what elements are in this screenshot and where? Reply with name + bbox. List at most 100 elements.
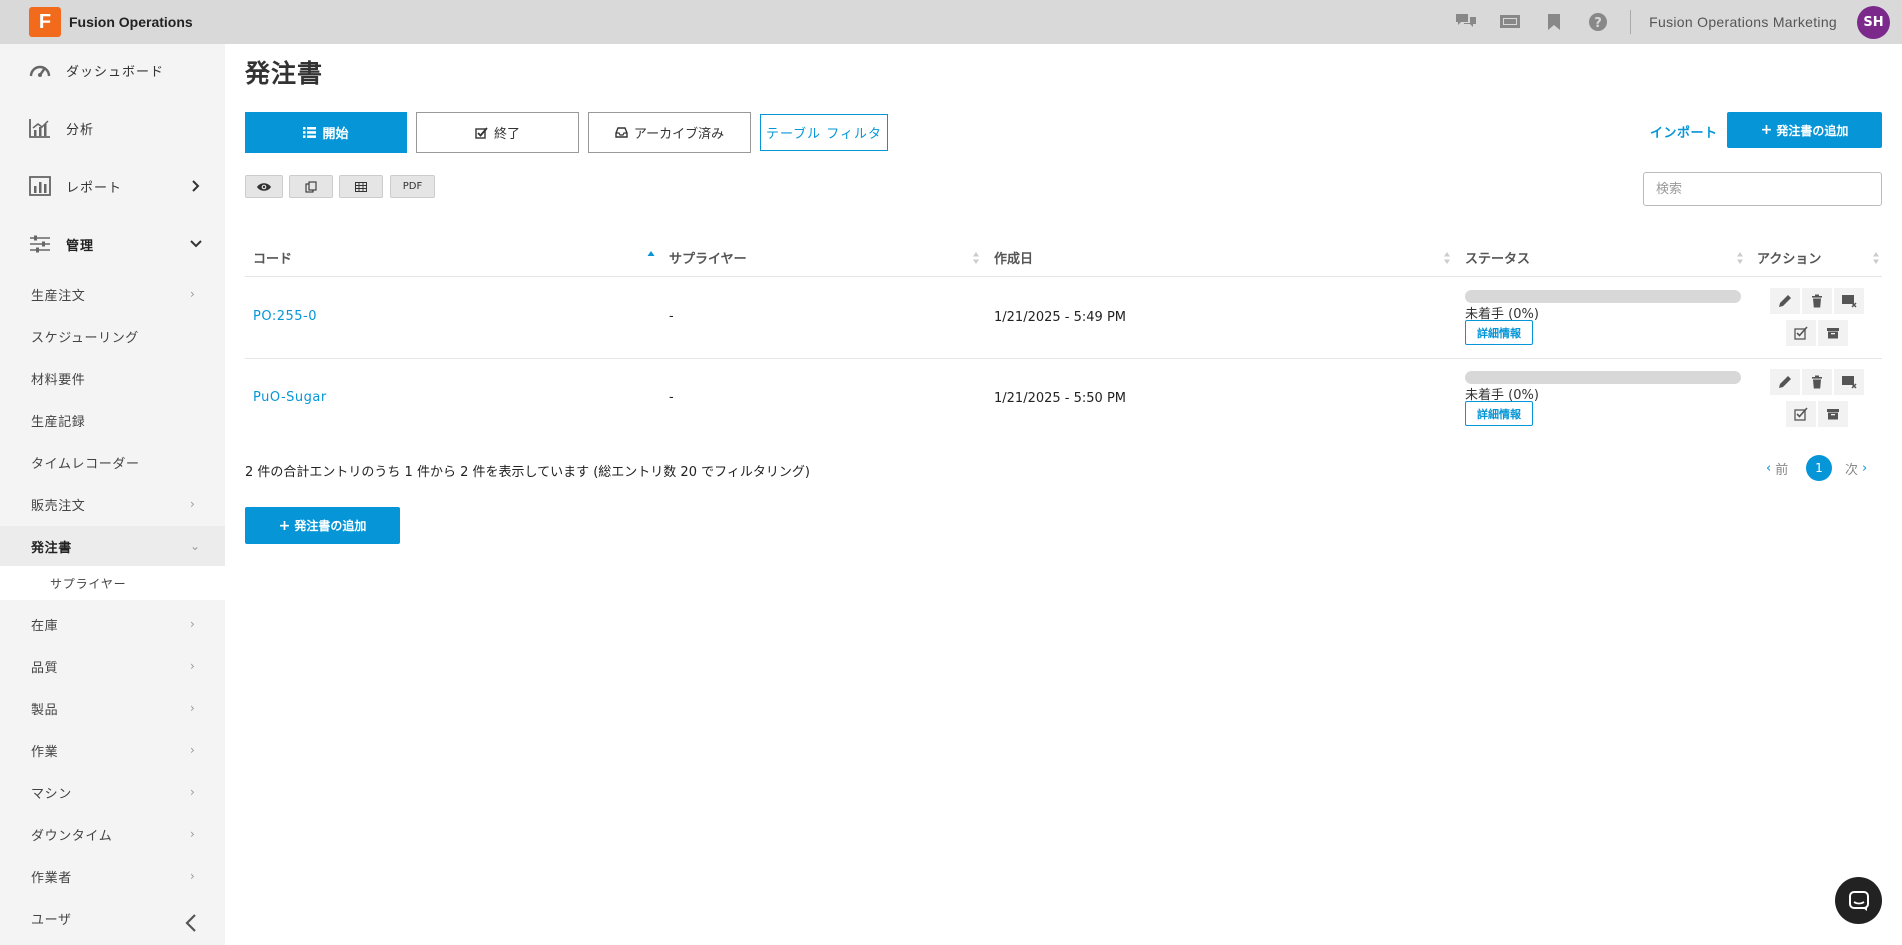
list-icon <box>303 127 317 138</box>
sidebar-item-quality[interactable]: 品質 › <box>0 646 225 686</box>
sort-both-icon[interactable] <box>1872 251 1880 265</box>
chevron-right-icon: › <box>190 287 195 301</box>
supplier-cell: - <box>669 309 674 324</box>
sidebar-item-label: 在庫 <box>31 619 59 634</box>
sidebar-item-machines[interactable]: マシン › <box>0 772 225 812</box>
sidebar-item-label: ダウンタイム <box>31 829 113 844</box>
collapse-sidebar-icon[interactable] <box>180 910 202 936</box>
po-code-link[interactable]: PO:255-0 <box>253 309 317 324</box>
sidebar-item-operations[interactable]: 作業 › <box>0 730 225 770</box>
sidebar-item-label: 生産注文 <box>31 289 86 304</box>
delete-icon[interactable] <box>1802 369 1832 395</box>
slideshow-icon[interactable] <box>1496 8 1524 36</box>
tab-open[interactable]: 開始 <box>245 112 407 153</box>
po-code-link[interactable]: PuO-Sugar <box>253 390 327 405</box>
approve-icon[interactable] <box>1786 401 1816 427</box>
help-icon[interactable]: ? <box>1584 8 1612 36</box>
column-header-supplier[interactable]: サプライヤー <box>669 248 747 267</box>
close-po-icon[interactable] <box>1834 288 1864 314</box>
table-filter-button[interactable]: テーブル フィルタ <box>760 114 888 151</box>
sidebar-item-purchase-orders[interactable]: 発注書 ⌄ <box>0 526 225 566</box>
pagination-next[interactable]: 次 › <box>1845 455 1867 481</box>
column-header-code[interactable]: コード <box>253 248 292 267</box>
sidebar-item-label: 発注書 <box>31 541 72 556</box>
dashboard-gauge-icon <box>29 59 51 81</box>
add-po-button-top[interactable]: + 発注書の追加 <box>1727 112 1882 148</box>
details-button[interactable]: 詳細情報 <box>1465 320 1533 345</box>
checkbox-checked-icon <box>475 126 488 139</box>
sidebar-item-products[interactable]: 製品 › <box>0 688 225 728</box>
sidebar-item-time-recorder[interactable]: タイムレコーダー <box>0 442 225 482</box>
chevron-right-icon: › <box>190 497 195 511</box>
sidebar-item-production-orders[interactable]: 生産注文 › <box>0 274 225 314</box>
sidebar-item-label: 管理 <box>66 238 95 254</box>
sidebar-item-admin[interactable]: 管理 <box>0 224 225 264</box>
sidebar-item-inventory[interactable]: 在庫 › <box>0 604 225 644</box>
top-bar: F Fusion Operations ? Fusion Operations … <box>0 0 1902 44</box>
chat-bubbles-icon[interactable] <box>1452 8 1480 36</box>
sliders-icon <box>29 233 51 255</box>
chevron-right-icon: › <box>190 827 195 841</box>
chevron-right-icon <box>188 178 204 194</box>
close-po-icon[interactable] <box>1834 369 1864 395</box>
sidebar-item-suppliers[interactable]: サプライヤー <box>0 566 225 600</box>
column-visibility-button[interactable] <box>245 175 283 198</box>
sidebar-item-reports[interactable]: レポート <box>0 166 225 206</box>
user-avatar[interactable]: SH <box>1857 5 1890 39</box>
inbox-icon <box>615 127 628 138</box>
excel-export-button[interactable] <box>339 175 383 198</box>
bookmark-icon[interactable] <box>1540 8 1568 36</box>
sidebar-item-analytics[interactable]: 分析 <box>0 108 225 148</box>
svg-text:?: ? <box>1594 16 1602 31</box>
sidebar-item-scheduling[interactable]: スケジューリング <box>0 316 225 356</box>
sidebar-item-label: レポート <box>66 180 123 196</box>
pagination-page[interactable]: 1 <box>1806 455 1832 481</box>
sidebar-item-label: 分析 <box>66 122 95 138</box>
approve-icon[interactable] <box>1786 320 1816 346</box>
details-button[interactable]: 詳細情報 <box>1465 401 1533 426</box>
add-po-label: 発注書の追加 <box>294 519 367 533</box>
eye-icon <box>257 182 271 191</box>
tab-closed[interactable]: 終了 <box>416 112 579 153</box>
sort-both-icon[interactable] <box>1443 251 1451 265</box>
sort-both-icon[interactable] <box>1736 251 1744 265</box>
chevron-right-icon: › <box>190 869 195 883</box>
column-header-actions[interactable]: アクション <box>1757 248 1821 267</box>
app-logo[interactable]: F <box>29 7 61 37</box>
status-progress-bar <box>1465 371 1741 384</box>
column-header-status[interactable]: ステータス <box>1465 248 1530 267</box>
app-title[interactable]: Fusion Operations <box>69 14 193 30</box>
edit-icon[interactable] <box>1770 369 1800 395</box>
edit-icon[interactable] <box>1770 288 1800 314</box>
chevron-right-icon: › <box>190 659 195 673</box>
add-po-button-bottom[interactable]: + 発注書の追加 <box>245 507 400 544</box>
sidebar-item-label: サプライヤー <box>50 577 127 591</box>
pdf-export-button[interactable]: PDF <box>390 175 435 198</box>
copy-button[interactable] <box>289 175 333 198</box>
column-header-created[interactable]: 作成日 <box>994 248 1033 267</box>
archive-icon[interactable] <box>1818 401 1848 427</box>
chat-support-button[interactable] <box>1835 877 1882 924</box>
delete-icon[interactable] <box>1802 288 1832 314</box>
sidebar-item-sales-orders[interactable]: 販売注文 › <box>0 484 225 524</box>
sidebar-item-label: ユーザ <box>31 913 72 928</box>
top-bar-divider <box>1630 10 1632 34</box>
prev-label: 前 <box>1775 462 1789 478</box>
sort-both-icon[interactable] <box>972 251 980 265</box>
org-name[interactable]: Fusion Operations Marketing <box>1649 14 1837 30</box>
pagination-prev[interactable]: ‹ 前 <box>1766 455 1788 481</box>
sidebar-item-operators[interactable]: 作業者 › <box>0 856 225 896</box>
sidebar-item-production-records[interactable]: 生産記録 <box>0 400 225 440</box>
sort-asc-icon[interactable] <box>647 250 655 264</box>
sidebar-item-label: ダッシュボード <box>66 64 165 80</box>
sidebar-item-downtime[interactable]: ダウンタイム › <box>0 814 225 854</box>
sidebar-item-dashboard[interactable]: ダッシュボード <box>0 50 225 90</box>
created-cell: 1/21/2025 - 5:49 PM <box>994 310 1126 325</box>
chevron-right-icon: › <box>1862 460 1868 476</box>
archive-icon[interactable] <box>1818 320 1848 346</box>
tab-archived[interactable]: アーカイブ済み <box>588 112 751 153</box>
import-link[interactable]: インポート <box>1650 122 1718 141</box>
sidebar-item-material-requirements[interactable]: 材料要件 <box>0 358 225 398</box>
created-cell: 1/21/2025 - 5:50 PM <box>994 391 1126 406</box>
search-input[interactable] <box>1643 172 1882 206</box>
